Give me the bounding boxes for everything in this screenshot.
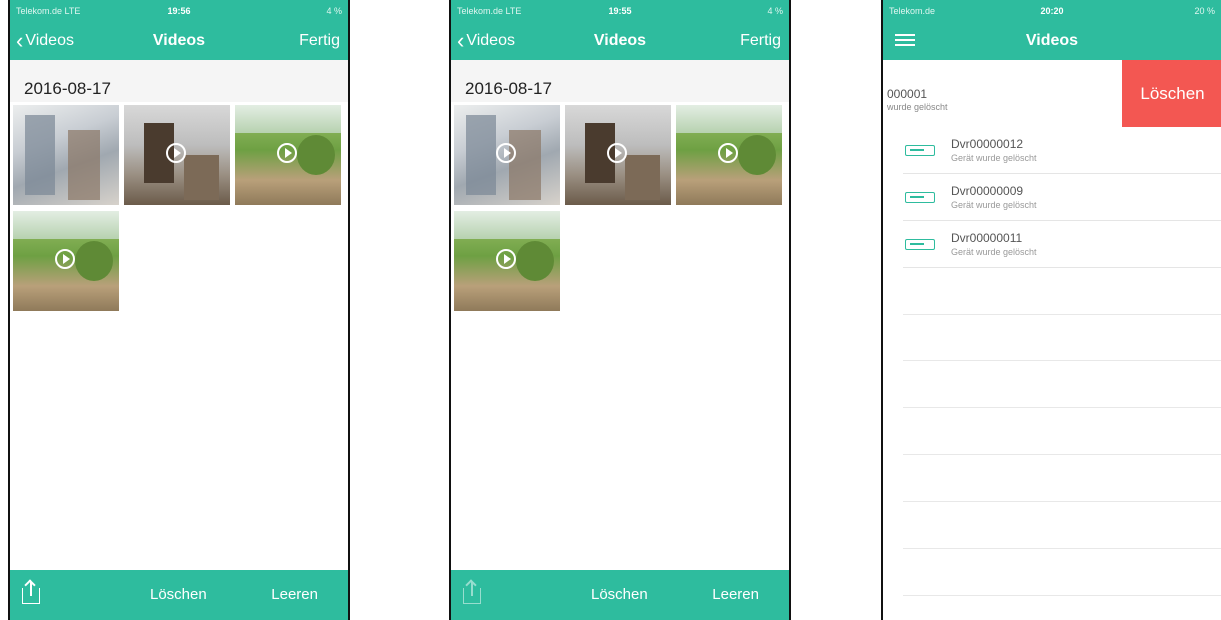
video-thumbnail[interactable] [454,211,560,311]
phone-screen-1: Telekom.de LTE 19:56 4 % ‹ Videos Videos… [8,0,350,620]
section-date: 2016-08-17 [465,79,552,98]
device-name: 000001 [887,87,928,101]
menu-icon[interactable] [895,31,915,51]
date-section-header: 2016-08-17 [10,60,348,102]
date-section-header: 2016-08-17 [451,60,789,102]
done-button[interactable]: Fertig [740,22,781,60]
bottom-toolbar: Löschen Leeren [10,570,348,620]
chevron-left-icon: ‹ [16,28,24,53]
delete-button[interactable]: Löschen [591,570,648,620]
section-date: 2016-08-17 [24,79,111,98]
dvr-device-icon [905,192,935,203]
nav-bar: ‹ Videos Videos Fertig [10,22,348,60]
device-name: Dvr00000012 [951,137,1024,151]
video-thumbnail[interactable] [235,105,341,205]
nav-bar: ‹ Videos Videos Fertig [451,22,789,60]
play-icon [607,143,627,163]
back-button[interactable]: ‹ Videos [16,22,74,60]
divider [903,314,1221,315]
play-icon [277,143,297,163]
back-button[interactable]: ‹ Videos [457,22,515,60]
video-thumbnail[interactable] [13,105,119,205]
video-thumbnail[interactable] [454,105,560,205]
clock: 19:55 [608,6,632,16]
bottom-toolbar: Löschen Leeren [451,570,789,620]
phone-screen-2: Telekom.de LTE 19:55 4 % ‹ Videos Videos… [449,0,791,620]
play-icon [718,143,738,163]
device-status: Gerät wurde gelöscht [951,153,1037,163]
video-thumbnail[interactable] [676,105,782,205]
back-label: Videos [466,32,515,49]
status-bar: Telekom.de LTE 19:55 4 % [451,0,789,22]
play-icon [496,143,516,163]
carrier-label: Telekom.de [889,6,936,16]
done-button[interactable]: Fertig [299,22,340,60]
page-title: Videos [1025,32,1079,49]
dvr-device-icon [905,145,935,156]
device-status: wurde gelöscht [887,102,948,112]
clock: 19:56 [167,6,191,16]
status-bar: Telekom.de 20:20 20 % [883,0,1221,22]
battery-label: 20 % [1194,6,1216,16]
divider [903,595,1221,596]
chevron-left-icon: ‹ [457,28,465,53]
divider [903,454,1221,455]
device-name: Dvr00000011 [951,231,1023,245]
battery-label: 4 % [326,6,343,16]
status-bar: Telekom.de LTE 19:56 4 % [10,0,348,22]
phone-screen-3: Telekom.de 20:20 20 % Videos 000001 wurd… [881,0,1221,620]
thumbnail-image [13,105,119,205]
video-thumbnail[interactable] [13,211,119,311]
nav-bar: Videos [883,22,1221,60]
divider [903,548,1221,549]
video-thumbnail[interactable] [124,105,230,205]
list-item[interactable]: Dvr00000011 Gerät wurde gelöscht [903,221,1221,268]
clear-button[interactable]: Leeren [271,570,318,620]
back-label: Videos [25,32,74,49]
divider [903,407,1221,408]
video-thumbnail[interactable] [565,105,671,205]
divider [903,360,1221,361]
swipe-delete-button[interactable]: Löschen [1122,60,1221,127]
share-button[interactable] [22,579,40,604]
divider [903,501,1221,502]
device-status: Gerät wurde gelöscht [951,247,1037,257]
share-button[interactable] [463,579,481,604]
battery-label: 4 % [767,6,784,16]
device-name: Dvr00000009 [951,184,1024,198]
carrier-label: Telekom.de LTE [16,6,81,16]
delete-button[interactable]: Löschen [150,570,207,620]
clear-button[interactable]: Leeren [712,570,759,620]
list-item[interactable]: Dvr00000012 Gerät wurde gelöscht [903,127,1221,174]
play-icon [496,249,516,269]
play-icon [166,143,186,163]
dvr-device-icon [905,239,935,250]
play-icon [55,249,75,269]
carrier-label: Telekom.de LTE [457,6,522,16]
swiped-list-item[interactable]: 000001 wurde gelöscht Löschen [883,60,1221,127]
device-status: Gerät wurde gelöscht [951,200,1037,210]
clock: 20:20 [1040,6,1064,16]
list-item[interactable]: Dvr00000009 Gerät wurde gelöscht [903,174,1221,221]
